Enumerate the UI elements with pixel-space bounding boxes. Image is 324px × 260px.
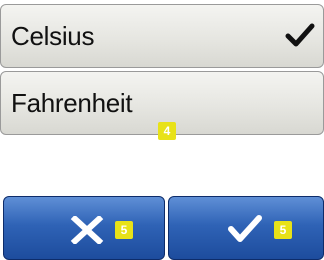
option-fahrenheit-label: Fahrenheit <box>11 87 133 118</box>
cancel-button[interactable]: 5 <box>3 196 165 260</box>
unit-selection-screen: Celsius Fahrenheit 4 5 5 <box>0 0 324 260</box>
step-badge-5-cancel: 5 <box>115 221 133 239</box>
option-celsius-label: Celsius <box>11 20 95 51</box>
step-badge-4: 4 <box>158 122 176 140</box>
checkmark-icon <box>228 215 262 242</box>
action-button-bar: 5 5 <box>0 196 324 260</box>
checkmark-icon <box>285 23 315 47</box>
x-icon <box>70 216 104 244</box>
temperature-unit-list: Celsius Fahrenheit <box>0 0 324 135</box>
option-celsius[interactable]: Celsius <box>0 4 324 68</box>
step-badge-5-confirm: 5 <box>274 221 292 239</box>
confirm-button[interactable]: 5 <box>168 196 324 260</box>
